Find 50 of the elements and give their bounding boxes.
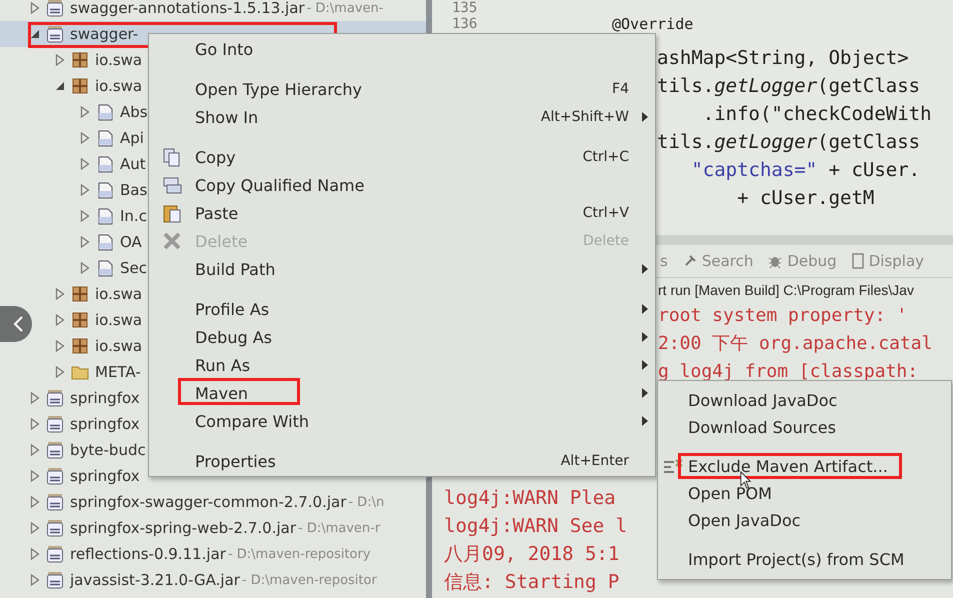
console-line: log4j:WARN See l <box>444 514 628 539</box>
code-line: tils.getLogger(getClass <box>657 131 920 153</box>
tree-item-label: springfox-swagger-common-2.7.0.jar <box>70 493 346 511</box>
tree-item-path: - D:\maven- <box>306 0 384 16</box>
tree-item-label: byte-budc <box>70 441 146 459</box>
code-line: + cUser.getM <box>736 187 874 209</box>
tree-item-label: springfox <box>70 467 140 485</box>
tree-item-label: javassist-3.21.0-GA.jar <box>70 571 240 589</box>
console-line: 信息: Starting P <box>444 570 620 595</box>
code-line: tils.getLogger(getClass <box>657 75 920 97</box>
shortcut-label: Alt+Enter <box>560 453 629 469</box>
tree-item-label: META- <box>95 363 141 381</box>
code-line: @Override <box>612 15 694 33</box>
tree-item-label: reflections-0.9.11.jar <box>70 545 226 563</box>
tree-item-label: Bas <box>120 181 148 199</box>
shortcut-label: Alt+Shift+W <box>540 109 629 125</box>
tree-item-label: springfox <box>70 389 140 407</box>
tree-item-label: io.swa <box>95 337 142 355</box>
line-number: 135 <box>452 0 478 16</box>
tree-item-label: io.swa <box>95 51 142 69</box>
shortcut-label: F4 <box>612 81 629 97</box>
shortcut-label: Ctrl+C <box>582 149 629 165</box>
tree-item-label: io.swa <box>95 311 142 329</box>
code-line: "captchas=" + cUser. <box>690 159 920 181</box>
tree-item-path: - D:\maven-r <box>298 520 380 536</box>
shortcut-label: Ctrl+V <box>582 205 629 221</box>
console-line: root system property: ' <box>658 304 908 328</box>
line-number: 136 <box>452 16 478 32</box>
tree-item-label: springfox <box>70 415 140 433</box>
tree-item-path: - D:\n <box>348 494 384 510</box>
console-line: 2:00 下午 org.apache.catal <box>658 332 932 356</box>
code-line: ashMap<String, Object> <box>657 47 909 69</box>
console-line: 八月09, 2018 5:1 <box>444 542 620 567</box>
tree-item-path: - D:\maven-repositor <box>242 572 377 588</box>
tree-item-label: Sec <box>120 259 147 277</box>
tree-item-label: io.swa <box>95 285 142 303</box>
tree-item-label: springfox-spring-web-2.7.0.jar <box>70 519 296 537</box>
tree-item-label: Api <box>120 129 144 147</box>
console-title: rt run [Maven Build] C:\Program Files\Jav <box>657 281 915 300</box>
tree-item-label: OA <box>120 233 142 251</box>
shortcut-label: Delete <box>583 233 629 249</box>
tree-item-label: swagger- <box>70 25 138 43</box>
tree-item-label: Abs <box>120 103 148 121</box>
tree-item-path: - D:\maven-repository <box>228 546 371 562</box>
code-line: .info("checkCodeWith <box>702 103 932 125</box>
tree-item-label: swagger-annotations-1.5.13.jar <box>70 0 305 17</box>
tree-item-label: io.swa <box>95 77 142 95</box>
tree-item-label: In.c <box>120 207 147 225</box>
console-line: log4j:WARN Plea <box>444 486 616 511</box>
tree-item-label: Aut <box>120 155 146 173</box>
